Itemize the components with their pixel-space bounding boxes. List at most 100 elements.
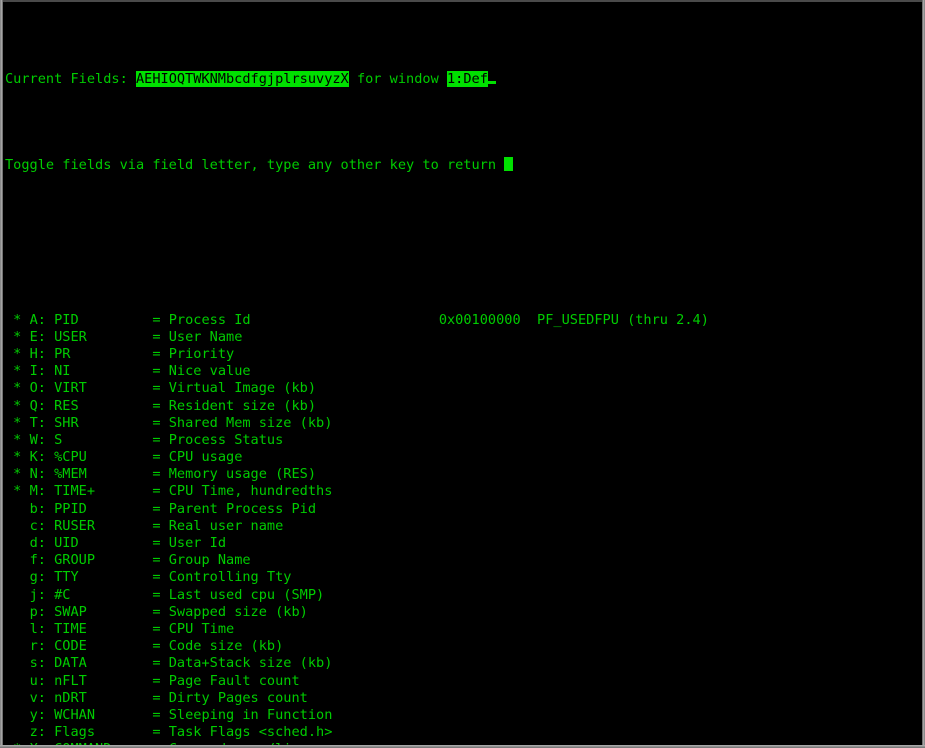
field-letter: H: [29,345,55,362]
field-letter: Q: [29,397,55,414]
field-name: SHR [54,414,153,431]
field-row-Q[interactable]: * Q: RES = Resident size (kb) [5,398,922,415]
field-name: nDRT [54,689,153,706]
field-row-u[interactable]: u: nFLT = Page Fault count [5,673,922,690]
field-letter: u: [29,672,55,689]
field-row-z[interactable]: z: Flags = Task Flags <sched.h> [5,724,922,741]
field-row-N[interactable]: * N: %MEM = Memory usage (RES) [5,466,922,483]
field-row-p[interactable]: p: SWAP = Swapped size (kb) [5,604,922,621]
field-row-v[interactable]: v: nDRT = Dirty Pages count [5,690,922,707]
field-letter: A: [29,311,55,328]
field-letter: y: [29,706,55,723]
field-description: Virtual Image (kb) [168,380,317,397]
field-row-O[interactable]: * O: VIRT = Virtual Image (kb) [5,380,922,397]
field-enabled-marker [5,673,30,689]
field-row-g[interactable]: g: TTY = Controlling Tty [5,569,922,586]
field-enabled-marker: * [5,741,30,745]
field-row-W[interactable]: * W: S = Process Status [5,432,922,449]
field-name: CODE [54,638,153,655]
field-equals: = [152,449,169,466]
field-row-X[interactable]: * X: COMMAND = Command name/line [5,741,922,745]
field-name: SWAP [54,603,153,620]
field-description: CPU usage [168,449,243,466]
field-name: %MEM [54,466,153,483]
instruction-line: Toggle fields via field letter, type any… [5,156,922,174]
field-equals: = [152,672,169,689]
field-equals: = [152,586,169,603]
field-name: USER [54,328,153,345]
field-enabled-marker [5,501,30,517]
field-name: DATA [54,655,153,672]
field-name: nFLT [54,672,153,689]
field-description: Data+Stack size (kb) [168,655,333,672]
field-equals: = [152,689,169,706]
field-letter: W: [29,431,55,448]
field-description: Group Name [168,552,251,569]
field-row-f[interactable]: f: GROUP = Group Name [5,552,922,569]
field-enabled-marker: * [5,311,30,328]
field-letter: f: [29,552,55,569]
field-row-M[interactable]: * M: TIME+ = CPU Time, hundredths [5,483,922,500]
field-equals: = [152,552,169,569]
field-row-I[interactable]: * I: NI = Nice value [5,363,922,380]
field-equals: = [152,569,169,586]
field-equals: = [152,466,169,483]
field-row-d[interactable]: d: UID = User Id [5,535,922,552]
field-name: WCHAN [54,706,153,723]
field-name: COMMAND [54,741,152,745]
current-fields-label: Current Fields: [5,70,128,87]
field-description: Shared Mem size (kb) [168,414,333,431]
window-selector[interactable]: 1:Def [446,70,488,87]
field-enabled-marker: * [5,466,30,483]
field-description: Controlling Tty [168,569,292,586]
field-name: UID [54,535,153,552]
for-window-label: for window [356,70,439,87]
field-row-y[interactable]: y: WCHAN = Sleeping in Function [5,707,922,724]
field-enabled-marker: * [5,363,30,380]
field-description: Memory usage (RES) [168,466,317,483]
field-row-E[interactable]: * E: USER = User Name [5,329,922,346]
field-name: RES [54,397,153,414]
field-description: Nice value [168,363,251,380]
field-equals: = [152,603,169,620]
usedfpu-flag-note: (thru 2.4) [627,311,709,328]
field-description: CPU Time [168,620,235,637]
field-letter: M: [29,483,55,500]
field-equals: = [152,363,169,380]
field-description: Code size (kb) [168,638,284,655]
field-row-j[interactable]: j: #C = Last used cpu (SMP) [5,587,922,604]
field-enabled-marker: * [5,380,30,397]
field-row-T[interactable]: * T: SHR = Shared Mem size (kb) [5,415,922,432]
field-equals: = [152,483,169,500]
field-row-c[interactable]: c: RUSER = Real user name [5,518,922,535]
terminal-screen[interactable]: Current Fields: AEHIOQTWKNMbcdfgjplrsuvy… [5,2,922,745]
field-enabled-marker: * [5,483,30,500]
field-name: #C [54,586,153,603]
field-row-K[interactable]: * K: %CPU = CPU usage [5,449,922,466]
field-enabled-marker: * [5,345,30,362]
field-enabled-marker [5,569,30,585]
field-name: PID [54,311,153,328]
field-description: User Name [168,328,243,345]
field-row-A[interactable]: * A: PID = Process Id 0x00100000 PF_USED… [5,312,922,329]
field-enabled-marker [5,604,30,620]
field-row-H[interactable]: * H: PR = Priority [5,346,922,363]
field-enabled-marker [5,621,30,637]
cursor-underline [487,80,497,84]
field-enabled-marker [5,655,30,671]
field-equals: = [152,724,169,741]
field-row-l[interactable]: l: TIME = CPU Time [5,621,922,638]
current-fields-value[interactable]: AEHIOQTWKNMbcdfgjplrsuvyzX [135,70,349,87]
field-equals: = [152,638,169,655]
field-letter: N: [29,466,55,483]
field-row-r[interactable]: r: CODE = Code size (kb) [5,638,922,655]
field-row-s[interactable]: s: DATA = Data+Stack size (kb) [5,655,922,672]
text-cursor [504,156,513,171]
instruction-text: Toggle fields via field letter, type any… [5,156,497,173]
field-row-b[interactable]: b: PPID = Parent Process Pid [5,501,922,518]
field-name: TTY [54,569,153,586]
